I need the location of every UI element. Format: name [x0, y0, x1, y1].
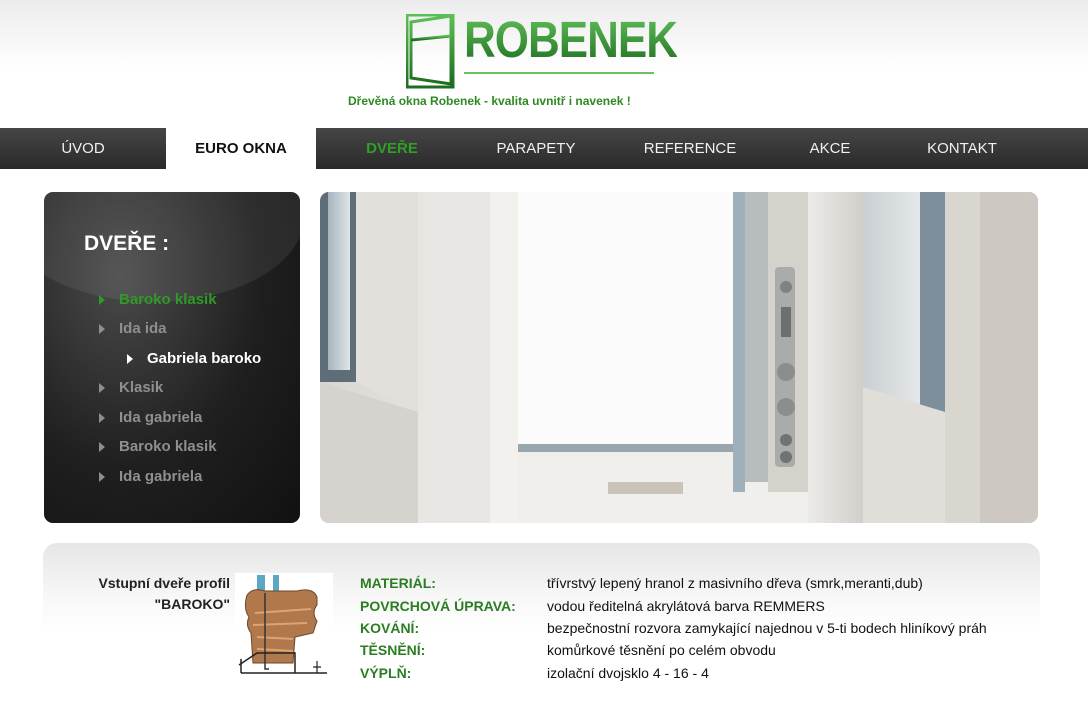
hero-window-photo: [320, 192, 1038, 523]
spec-value: izolační dvojsklo 4 - 16 - 4: [547, 664, 709, 681]
triangle-right-icon: [99, 382, 105, 393]
triangle-right-icon: [99, 294, 105, 305]
spec-label: KOVÁNÍ:: [360, 619, 420, 636]
spec-label: VÝPLŇ:: [360, 664, 412, 681]
submenu-item-label: Baroko klasik: [119, 291, 217, 308]
spec-label: MATERIÁL:: [360, 575, 436, 592]
nav-item-parapety[interactable]: PARAPETY: [468, 128, 604, 169]
logo[interactable]: ROBENEK: [406, 12, 678, 90]
submenu-item-baroko-klasik-2[interactable]: Baroko klasik: [99, 438, 217, 455]
spec-row: MATERIÁL: třívrstvý lepený hranol z masi…: [360, 572, 987, 594]
nav-item-dvere[interactable]: DVEŘE: [316, 128, 468, 169]
spec-value: vodou ředitelná akrylátová barva REMMERS: [547, 597, 825, 614]
triangle-right-icon: [99, 471, 105, 482]
spec-row: POVRCHOVÁ ÚPRAVA: vodou ředitelná akrylá…: [360, 594, 987, 616]
doors-submenu: DVEŘE : Baroko klasik Ida ida Gabriela b…: [44, 192, 300, 523]
spec-value: komůrkové těsnění po celém obvodu: [547, 642, 776, 659]
nav-item-uvod[interactable]: ÚVOD: [0, 128, 166, 169]
nav-item-reference[interactable]: REFERENCE: [604, 128, 776, 169]
submenu-title: DVEŘE :: [84, 232, 170, 255]
profile-cross-section-icon: [238, 575, 327, 674]
submenu-item-label: Ida gabriela: [119, 409, 203, 426]
profile-caption: Vstupní dveře profil "BAROKO": [43, 573, 230, 615]
submenu-item-label: Klasik: [119, 379, 164, 396]
product-info-panel: Vstupní dveře profil "BAROKO" MATERIÁL: …: [43, 543, 1040, 693]
submenu-item-label: Baroko klasik: [119, 438, 217, 455]
logo-text: ROBENEK: [464, 12, 678, 69]
triangle-right-icon: [99, 323, 105, 334]
submenu-item-baroko-klasik[interactable]: Baroko klasik: [99, 291, 217, 308]
window-logo-icon: [406, 14, 455, 89]
submenu-item-label: Gabriela baroko: [147, 350, 262, 367]
nav-item-kontakt[interactable]: KONTAKT: [884, 128, 1040, 169]
spec-row: VÝPLŇ: izolační dvojsklo 4 - 16 - 4: [360, 662, 987, 684]
submenu-item-klasik[interactable]: Klasik: [99, 379, 163, 396]
submenu-item-label: Ida ida: [119, 320, 167, 337]
nav-item-akce[interactable]: AKCE: [776, 128, 884, 169]
triangle-right-icon: [99, 441, 105, 452]
tagline: Dřevěná okna Robenek - kvalita uvnitř i …: [348, 94, 631, 108]
profile-caption-line2: "BAROKO": [154, 596, 231, 612]
submenu-item-ida-gabriela[interactable]: Ida gabriela: [99, 409, 202, 426]
window-photo-illustration: [320, 192, 1038, 523]
spec-row: KOVÁNÍ: bezpečnostní rozvora zamykající …: [360, 617, 987, 639]
spec-row: TĚSNĚNÍ: komůrkové těsnění po celém obvo…: [360, 639, 987, 661]
triangle-right-icon: [127, 353, 133, 364]
specs-table: MATERIÁL: třívrstvý lepený hranol z masi…: [360, 572, 987, 684]
main-nav: ÚVOD EURO OKNA DVEŘE PARAPETY REFERENCE …: [0, 128, 1088, 169]
spec-value: třívrstvý lepený hranol z masivního dřev…: [547, 575, 923, 592]
submenu-item-ida-ida[interactable]: Ida ida: [99, 320, 167, 337]
profile-caption-line1: Vstupní dveře profil: [98, 575, 230, 591]
spec-label: POVRCHOVÁ ÚPRAVA:: [360, 597, 516, 614]
spec-value: bezpečnostní rozvora zamykající najednou…: [547, 619, 987, 636]
site-header: ROBENEK Dřevěná okna Robenek - kvalita u…: [0, 0, 1088, 128]
spec-label: TĚSNĚNÍ:: [360, 642, 426, 659]
triangle-right-icon: [99, 412, 105, 423]
submenu-item-gabriela-baroko[interactable]: Gabriela baroko: [127, 350, 261, 367]
submenu-item-label: Ida gabriela: [119, 468, 203, 485]
logo-underline: [464, 72, 654, 74]
nav-item-euro-okna[interactable]: EURO OKNA: [166, 128, 316, 169]
menu-gloss: [44, 192, 300, 302]
submenu-item-ida-gabriela-2[interactable]: Ida gabriela: [99, 468, 202, 485]
door-profile-drawing: [235, 573, 333, 677]
